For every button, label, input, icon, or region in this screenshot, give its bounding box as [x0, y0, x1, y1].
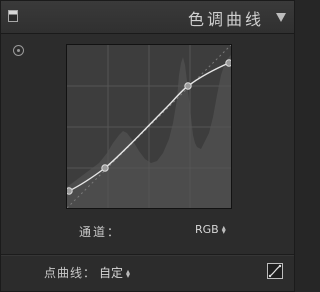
point-curve-select[interactable]: 自定 ▴ ▾	[99, 264, 130, 281]
curve-point-lights[interactable]	[184, 82, 192, 90]
point-curve-label: 点曲线：	[44, 266, 97, 280]
panel-toggle-icon[interactable]	[8, 10, 18, 22]
tone-curve-panel: 色调曲线 通道： RGB ▴ ▾ 点曲线： 自定 ▴ ▾	[0, 0, 295, 292]
diagonal-curve-icon	[268, 264, 282, 278]
channel-up-down-arrows-icon: ▴ ▾	[221, 223, 226, 236]
point-curve-row: 点曲线： 自定 ▴ ▾	[1, 256, 294, 292]
channel-label: 通道：	[79, 225, 122, 239]
edit-point-curve-button[interactable]	[267, 263, 283, 279]
tone-curve-svg	[67, 45, 231, 208]
curve-point-highlights[interactable]	[225, 59, 231, 67]
collapse-triangle-icon[interactable]	[276, 13, 286, 22]
curve-point-darks[interactable]	[101, 164, 109, 172]
panel-title: 色调曲线	[187, 10, 264, 29]
point-curve-up-down-arrows-icon: ▴ ▾	[126, 266, 131, 280]
channel-value: RGB	[195, 223, 219, 236]
point-curve-value: 自定	[99, 266, 124, 280]
panel-header[interactable]: 色调曲线	[1, 1, 294, 34]
channel-select[interactable]: RGB ▴ ▾	[195, 223, 226, 236]
curve-point-shadows[interactable]	[67, 187, 73, 195]
target-adjust-icon[interactable]	[13, 45, 24, 56]
tone-curve-graph[interactable]	[66, 44, 232, 209]
channel-row: 通道： RGB ▴ ▾	[1, 219, 294, 243]
